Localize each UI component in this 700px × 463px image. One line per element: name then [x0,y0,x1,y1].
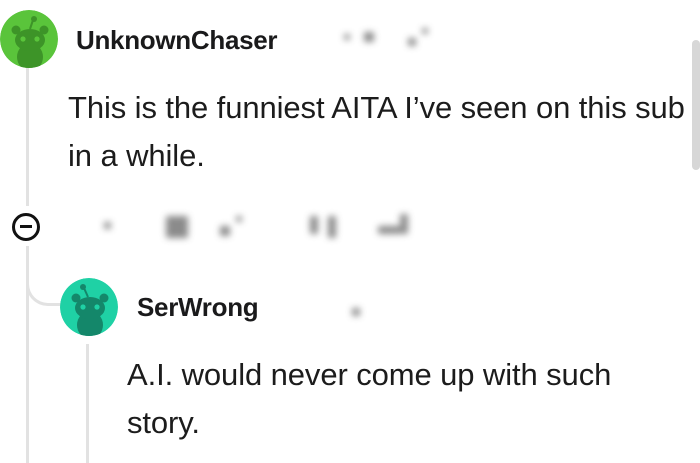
comment-body: A.I. would never come up with such story… [127,357,612,440]
thread-line-root [26,68,29,206]
snoo-avatar-icon [0,10,58,68]
comment-thread: UnknownChaser This is the funniest AITA … [0,0,700,463]
thread-connector [26,262,62,306]
collapse-minus-icon[interactable] [12,213,40,241]
comment-actions-blurred [90,206,440,250]
comment-body: This is the funniest AITA I’ve seen on t… [68,90,685,173]
username[interactable]: SerWrong [137,294,259,320]
avatar[interactable] [0,10,58,68]
username[interactable]: UnknownChaser [76,27,278,53]
avatar[interactable] [60,278,118,336]
thread-line-reply [86,344,89,463]
comment-meta-blurred [330,22,450,52]
scrollbar[interactable] [692,40,700,170]
comment-meta-blurred [340,296,380,326]
snoo-avatar-icon [60,278,118,336]
